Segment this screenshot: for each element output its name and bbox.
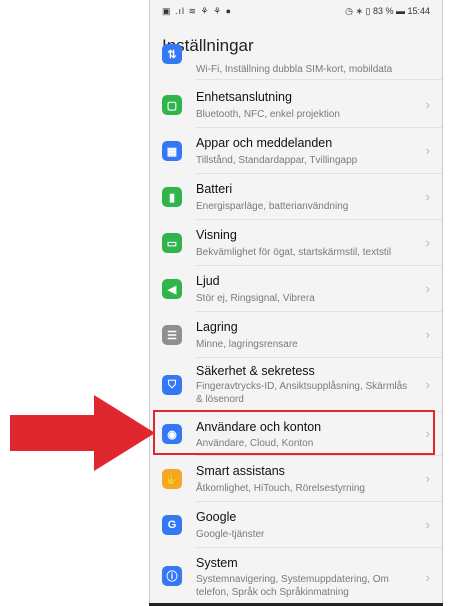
storage-icon: ☰ bbox=[162, 325, 182, 345]
settings-item-sub: Minne, lagringsrensare bbox=[196, 339, 298, 350]
settings-item-label: Lagring bbox=[196, 320, 238, 334]
settings-item-sub: Fingeravtrycks-ID, Ansiktsupplåsning, Sk… bbox=[196, 381, 408, 405]
settings-item-label: Appar och meddelanden bbox=[196, 136, 333, 150]
phone-screen: ▣ .ıl ≋ ⚘ ⚘ ● ◷ ∗ ▯ 83 % ▬ 15:44 Inställ… bbox=[149, 0, 443, 606]
settings-item-apps[interactable]: ▦ Appar och meddelanden Tillstånd, Stand… bbox=[150, 128, 442, 174]
settings-item-label: Smart assistans bbox=[196, 464, 285, 478]
settings-item-sub: Wi-Fi, Inställning dubbla SIM-kort, mobi… bbox=[196, 64, 393, 75]
google-icon: G bbox=[162, 515, 182, 535]
status-icons-right: ◷ ∗ ▯ 83 % ▬ 15:44 bbox=[345, 6, 430, 16]
settings-item-security[interactable]: ⛉ Säkerhet & sekretess Fingeravtrycks-ID… bbox=[150, 358, 442, 412]
settings-item-sub: Tillstånd, Standardappar, Tvillingapp bbox=[196, 155, 358, 166]
settings-item-label: Visning bbox=[196, 228, 237, 242]
chevron-right-icon: › bbox=[425, 143, 430, 158]
display-icon: ▭ bbox=[162, 233, 182, 253]
settings-item-sub: Systemnavigering, Systemuppdatering, Om … bbox=[196, 574, 389, 598]
settings-item-sound[interactable]: ◀ Ljud Stör ej, Ringsignal, Vibrera › bbox=[150, 266, 442, 312]
settings-item-google[interactable]: G Google Google-tjänster › bbox=[150, 502, 442, 548]
settings-item-smart-assist[interactable]: ✋ Smart assistans Åtkomlighet, HiTouch, … bbox=[150, 456, 442, 502]
settings-item-device-connection[interactable]: ▢ Enhetsanslutning Bluetooth, NFC, enkel… bbox=[150, 82, 442, 128]
shield-icon: ⛉ bbox=[162, 375, 182, 395]
status-icons-left: ▣ .ıl ≋ ⚘ ⚘ ● bbox=[162, 6, 233, 16]
chevron-right-icon: › bbox=[425, 97, 430, 112]
settings-item-sub: Bekvämlighet för ögat, startskärmstil, t… bbox=[196, 247, 392, 258]
settings-item-label: Enhetsanslutning bbox=[196, 90, 292, 104]
chevron-right-icon: › bbox=[425, 235, 430, 250]
chevron-right-icon: › bbox=[425, 471, 430, 486]
settings-item-label: Batteri bbox=[196, 182, 233, 196]
settings-item-label: Säkerhet & sekretess bbox=[196, 364, 315, 378]
settings-item-sub: Åtkomlighet, HiTouch, Rörelsestyrning bbox=[196, 483, 365, 494]
chevron-right-icon: › bbox=[425, 517, 430, 532]
hand-icon: ✋ bbox=[162, 469, 182, 489]
settings-item-label: Google bbox=[196, 510, 237, 524]
settings-item-system[interactable]: ⓘ System Systemnavigering, Systemuppdate… bbox=[150, 548, 442, 604]
settings-item-label: System bbox=[196, 556, 238, 570]
settings-item-sub: Bluetooth, NFC, enkel projektion bbox=[196, 109, 340, 120]
chevron-right-icon: › bbox=[425, 281, 430, 296]
sound-icon: ◀ bbox=[162, 279, 182, 299]
settings-item-network[interactable]: ⇅ Wi-Fi, Inställning dubbla SIM-kort, mo… bbox=[150, 44, 442, 80]
chevron-right-icon: › bbox=[425, 377, 430, 392]
settings-item-sub: Energisparläge, batterianvändning bbox=[196, 201, 349, 212]
highlight-box bbox=[153, 410, 435, 455]
settings-item-sub: Stör ej, Ringsignal, Vibrera bbox=[196, 293, 315, 304]
chevron-right-icon: › bbox=[425, 327, 430, 342]
apps-icon: ▦ bbox=[162, 141, 182, 161]
device-connection-icon: ▢ bbox=[162, 95, 182, 115]
arrow-right-icon bbox=[10, 395, 155, 471]
battery-icon: ▮ bbox=[162, 187, 182, 207]
settings-item-storage[interactable]: ☰ Lagring Minne, lagringsrensare › bbox=[150, 312, 442, 358]
settings-item-sub: Google-tjänster bbox=[196, 529, 265, 540]
chevron-right-icon: › bbox=[425, 570, 430, 585]
settings-item-display[interactable]: ▭ Visning Bekvämlighet för ögat, startsk… bbox=[150, 220, 442, 266]
chevron-right-icon: › bbox=[425, 189, 430, 204]
status-bar: ▣ .ıl ≋ ⚘ ⚘ ● ◷ ∗ ▯ 83 % ▬ 15:44 bbox=[150, 0, 442, 24]
network-icon: ⇅ bbox=[162, 44, 182, 64]
settings-item-label: Ljud bbox=[196, 274, 220, 288]
settings-item-battery[interactable]: ▮ Batteri Energisparläge, batterianvändn… bbox=[150, 174, 442, 220]
system-icon: ⓘ bbox=[162, 566, 182, 586]
